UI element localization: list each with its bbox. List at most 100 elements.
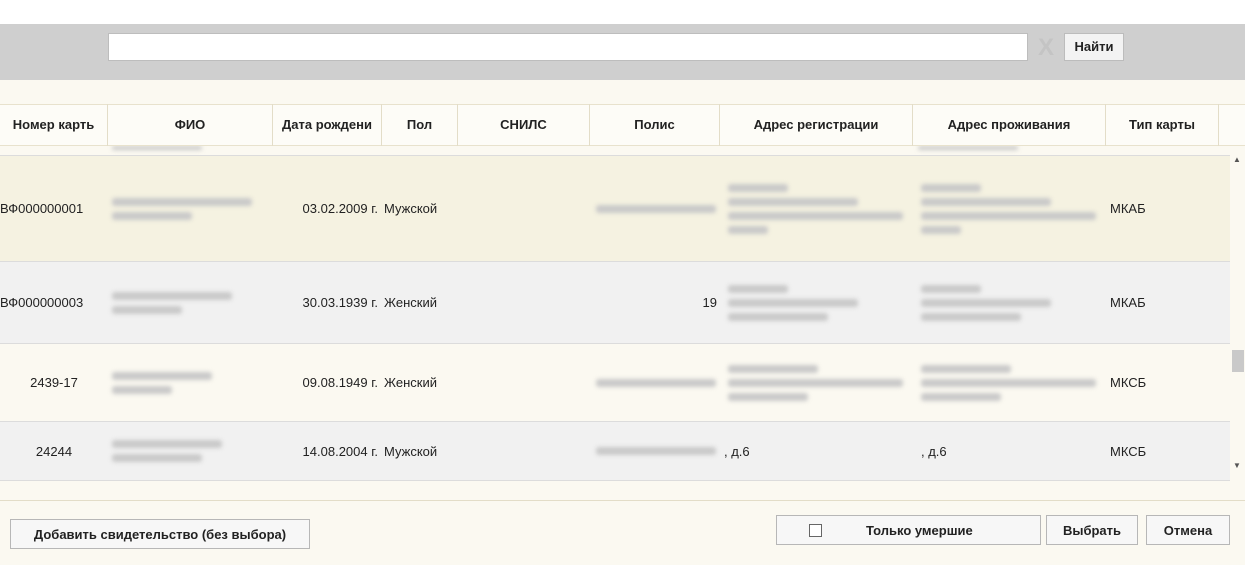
cell-sex: Женский bbox=[384, 262, 458, 343]
cell-card-number: ВФ000000001 bbox=[0, 156, 108, 261]
cell-birth-date: 30.03.1939 г. bbox=[273, 262, 378, 343]
cell-sex: Мужской bbox=[384, 422, 458, 480]
cell-card-type: МКСБ bbox=[1110, 344, 1210, 421]
blurred-text bbox=[921, 298, 1051, 307]
cell-card-type: МКАБ bbox=[1110, 262, 1210, 343]
blurred-text bbox=[728, 392, 808, 401]
blurred-text bbox=[921, 364, 1011, 373]
only-dead-toggle[interactable]: Только умершие bbox=[776, 515, 1041, 545]
blurred-text bbox=[112, 291, 232, 300]
vertical-scrollbar[interactable] bbox=[1230, 146, 1245, 481]
select-button[interactable]: Выбрать bbox=[1046, 515, 1138, 545]
birth-date: 03.02.2009 г. bbox=[302, 201, 378, 216]
sex: Мужской bbox=[384, 443, 438, 459]
polis: 19 bbox=[702, 295, 717, 310]
cell-polis bbox=[596, 422, 716, 480]
birth-date: 09.08.1949 г. bbox=[302, 375, 378, 390]
card-type: МКАБ bbox=[1110, 201, 1146, 216]
cell-birth-date: 14.08.2004 г. bbox=[273, 422, 378, 480]
search-input[interactable] bbox=[108, 33, 1028, 61]
card-number: ВФ000000003 bbox=[0, 295, 84, 310]
blurred-text bbox=[728, 225, 768, 234]
checkbox-icon[interactable] bbox=[809, 523, 822, 537]
find-button[interactable]: Найти bbox=[1064, 33, 1124, 61]
cell-fio bbox=[112, 156, 270, 261]
blurred-text bbox=[112, 454, 202, 462]
blurred-text bbox=[728, 211, 903, 220]
card-number: 2439-17 bbox=[30, 375, 78, 390]
blurred-text bbox=[728, 197, 858, 206]
column-birth-date[interactable]: Дата рождени bbox=[273, 104, 382, 146]
sex: Женский bbox=[384, 295, 437, 310]
card-type: МКАБ bbox=[1110, 295, 1146, 310]
blurred-text bbox=[921, 312, 1021, 321]
cell-fio bbox=[112, 422, 270, 480]
column-card-number[interactable]: Номер карть bbox=[0, 104, 108, 146]
cell-polis bbox=[596, 156, 716, 261]
cell-card-number: ВФ000000003 bbox=[0, 262, 108, 343]
blurred-text bbox=[728, 183, 788, 192]
cell-live-address bbox=[921, 262, 1103, 343]
clear-icon[interactable]: X bbox=[1035, 35, 1057, 61]
scroll-up-icon[interactable]: ▲ bbox=[1233, 155, 1241, 164]
cell-polis bbox=[596, 344, 716, 421]
scroll-down-icon[interactable]: ▼ bbox=[1233, 461, 1241, 470]
footer-separator bbox=[0, 500, 1245, 501]
reg-address: , д.6 bbox=[724, 443, 750, 459]
sex: Мужской bbox=[384, 201, 438, 216]
cell-live-address bbox=[921, 156, 1103, 261]
cell-live-address bbox=[921, 344, 1103, 421]
blurred-text bbox=[921, 378, 1096, 387]
birth-date: 14.08.2004 г. bbox=[302, 443, 378, 459]
cell-live-address: , д.6 bbox=[921, 422, 1103, 480]
table-row[interactable]: 24244 14.08.2004 г. Мужской , д.6 , д.6 … bbox=[0, 422, 1230, 481]
blurred-text bbox=[112, 211, 192, 220]
column-sex[interactable]: Пол bbox=[382, 104, 458, 146]
cell-card-type: МКАБ bbox=[1110, 156, 1210, 261]
column-live-address[interactable]: Адрес проживания bbox=[913, 104, 1106, 146]
birth-date: 30.03.1939 г. bbox=[302, 295, 378, 310]
cell-card-type: МКСБ bbox=[1110, 422, 1210, 480]
card-number: ВФ000000001 bbox=[0, 201, 84, 216]
blurred-text bbox=[596, 378, 716, 387]
scroll-thumb[interactable] bbox=[1232, 350, 1244, 372]
blurred-text bbox=[921, 211, 1096, 220]
blurred-text bbox=[112, 197, 252, 206]
cell-birth-date: 09.08.1949 г. bbox=[273, 344, 378, 421]
top-strip bbox=[0, 0, 1245, 24]
column-card-type[interactable]: Тип карты bbox=[1106, 104, 1219, 146]
cell-polis: 19 bbox=[590, 262, 717, 343]
column-snils[interactable]: СНИЛС bbox=[458, 104, 590, 146]
table-row[interactable]: ВФ000000001 03.02.2009 г. Мужской МКАБ bbox=[0, 156, 1230, 262]
live-address: , д.6 bbox=[921, 443, 947, 459]
blurred-text bbox=[112, 385, 172, 394]
blurred-text bbox=[112, 305, 182, 314]
cell-fio bbox=[112, 344, 270, 421]
column-fio[interactable]: ФИО bbox=[108, 104, 273, 146]
blurred-text bbox=[921, 392, 1001, 401]
column-reg-address[interactable]: Адрес регистрации bbox=[720, 104, 913, 146]
cell-card-number: 24244 bbox=[0, 422, 108, 480]
blurred-text bbox=[728, 378, 903, 387]
column-polis[interactable]: Полис bbox=[590, 104, 720, 146]
cell-reg-address bbox=[728, 344, 910, 421]
cell-reg-address: , д.6 bbox=[724, 422, 910, 480]
table-row[interactable]: 2439-17 09.08.1949 г. Женский МКСБ bbox=[0, 344, 1230, 422]
cell-card-number: 2439-17 bbox=[0, 344, 108, 421]
table-row[interactable]: ВФ000000003 30.03.1939 г. Женский 19 МКА… bbox=[0, 262, 1230, 344]
blurred-text bbox=[921, 284, 981, 293]
blurred-text bbox=[728, 364, 818, 373]
add-certificate-button[interactable]: Добавить свидетельство (без выбора) bbox=[10, 519, 310, 549]
blurred-text bbox=[596, 447, 716, 455]
only-dead-label: Только умершие bbox=[866, 522, 973, 538]
cell-fio bbox=[112, 262, 270, 343]
blurred-text bbox=[918, 146, 1018, 150]
blurred-text bbox=[596, 204, 716, 213]
blurred-text bbox=[728, 298, 858, 307]
cancel-button[interactable]: Отмена bbox=[1146, 515, 1230, 545]
blurred-text bbox=[728, 284, 788, 293]
table-body: ВФ000000001 03.02.2009 г. Мужской МКАБ В… bbox=[0, 146, 1230, 481]
cell-birth-date: 03.02.2009 г. bbox=[273, 156, 378, 261]
cell-sex: Мужской bbox=[384, 156, 458, 261]
card-number: 24244 bbox=[35, 443, 73, 459]
